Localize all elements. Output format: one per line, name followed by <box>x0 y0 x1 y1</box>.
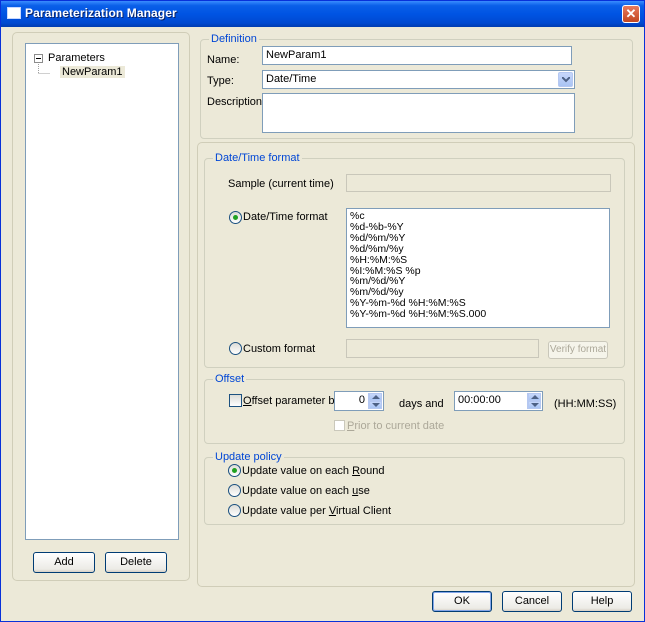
window-icon <box>7 7 21 19</box>
time-unit-label: (HH:MM:SS) <box>554 398 617 410</box>
offset-hotkey: O <box>243 395 252 407</box>
add-button[interactable]: Add <box>33 552 95 573</box>
custom-format-field <box>346 339 539 358</box>
time-value: 00:00:00 <box>458 394 501 406</box>
option-text: Update value per <box>242 505 329 517</box>
delete-button[interactable]: Delete <box>105 552 167 573</box>
custom-format-radio-label[interactable]: Custom format <box>243 343 315 355</box>
description-textarea[interactable] <box>262 93 575 133</box>
window-title: Parameterization Manager <box>25 6 177 20</box>
parameter-tree[interactable]: Parameters NewParam1 <box>25 43 179 540</box>
tree-item-newparam1[interactable]: NewParam1 <box>60 66 125 78</box>
update-per-virtual-client-radio[interactable] <box>228 504 241 517</box>
offset-group: Offset <box>204 373 625 444</box>
time-input[interactable]: 00:00:00 <box>454 391 543 411</box>
description-label: Description <box>207 96 263 108</box>
days-spinner[interactable] <box>368 393 382 409</box>
list-item[interactable]: %d/%m/%y <box>350 243 606 255</box>
name-input[interactable]: NewParam1 <box>262 46 572 65</box>
offset-label-rest: ffset parameter by <box>251 395 341 407</box>
update-each-use-label[interactable]: Update value on each use <box>242 485 370 497</box>
type-select[interactable]: Date/Time <box>262 70 575 89</box>
custom-format-radio[interactable] <box>229 342 242 355</box>
parameterization-manager-window: Parameterization Manager ✕ Parameters Ne… <box>0 0 645 622</box>
list-item[interactable]: %Y-%m-%d %H:%M:%S.000 <box>350 309 606 320</box>
time-spinner[interactable] <box>527 393 541 409</box>
option-text: ound <box>360 465 385 477</box>
definition-title: Definition <box>209 33 259 45</box>
prior-checkbox[interactable] <box>334 420 345 431</box>
list-item[interactable]: %H:%M:%S <box>350 254 606 266</box>
offset-title: Offset <box>213 373 247 385</box>
update-policy-title: Update policy <box>213 451 284 463</box>
option-hotkey: V <box>328 505 336 517</box>
update-per-virtual-client-label[interactable]: Update value per Virtual Client <box>242 505 391 517</box>
spin-up-icon[interactable] <box>528 393 541 401</box>
spin-up-icon[interactable] <box>369 393 382 401</box>
update-each-use-radio[interactable] <box>228 484 241 497</box>
datetime-format-list[interactable]: %c %d-%b-%Y %d/%m/%Y %d/%m/%y %H:%M:%S %… <box>346 208 610 328</box>
ok-button[interactable]: OK <box>432 591 492 612</box>
update-each-round-radio[interactable] <box>228 464 241 477</box>
close-button[interactable]: ✕ <box>622 5 640 23</box>
title-bar[interactable]: Parameterization Manager ✕ <box>1 1 644 27</box>
help-button[interactable]: Help <box>572 591 632 612</box>
update-each-round-label[interactable]: Update value on each Round <box>242 465 385 477</box>
datetime-format-radio-label[interactable]: Date/Time format <box>243 211 328 223</box>
offset-checkbox-label[interactable]: Offset parameter by <box>243 395 340 407</box>
prior-label-rest: rior to current date <box>354 420 445 432</box>
chevron-down-icon[interactable] <box>558 72 573 87</box>
sample-field <box>346 174 611 192</box>
spin-down-icon[interactable] <box>528 401 541 409</box>
collapse-icon[interactable] <box>34 54 43 63</box>
spin-down-icon[interactable] <box>369 401 382 409</box>
verify-format-button[interactable]: Verify format <box>548 341 608 359</box>
days-input[interactable]: 0 <box>334 391 384 411</box>
type-label: Type: <box>207 75 234 87</box>
option-text: se <box>358 485 370 497</box>
name-label: Name: <box>207 54 240 66</box>
option-text: irtual Client <box>335 505 392 517</box>
days-value: 0 <box>358 394 365 406</box>
close-icon: ✕ <box>625 6 637 21</box>
datetime-format-radio[interactable] <box>229 211 242 224</box>
prior-checkbox-label[interactable]: Prior to current date <box>347 420 444 432</box>
option-text: Update value on each <box>242 485 353 497</box>
type-select-value: Date/Time <box>266 73 317 85</box>
option-text: Update value on each <box>242 465 353 477</box>
datetime-format-title: Date/Time format <box>213 152 302 164</box>
option-hotkey: R <box>352 465 361 477</box>
sample-label: Sample (current time) <box>228 178 334 190</box>
tree-root-parameters[interactable]: Parameters <box>48 52 105 64</box>
days-and-label: days and <box>399 398 444 410</box>
offset-checkbox[interactable] <box>229 394 242 407</box>
cancel-button[interactable]: Cancel <box>502 591 562 612</box>
